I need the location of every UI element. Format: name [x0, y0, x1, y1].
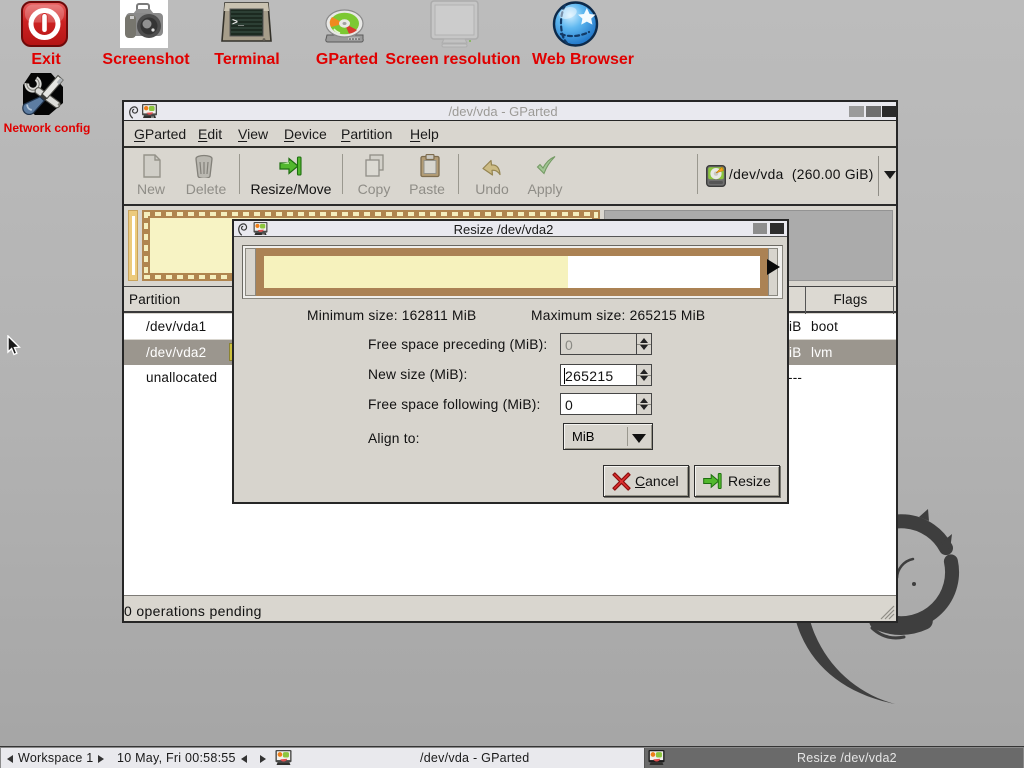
svg-text:>_: >_	[232, 18, 245, 29]
